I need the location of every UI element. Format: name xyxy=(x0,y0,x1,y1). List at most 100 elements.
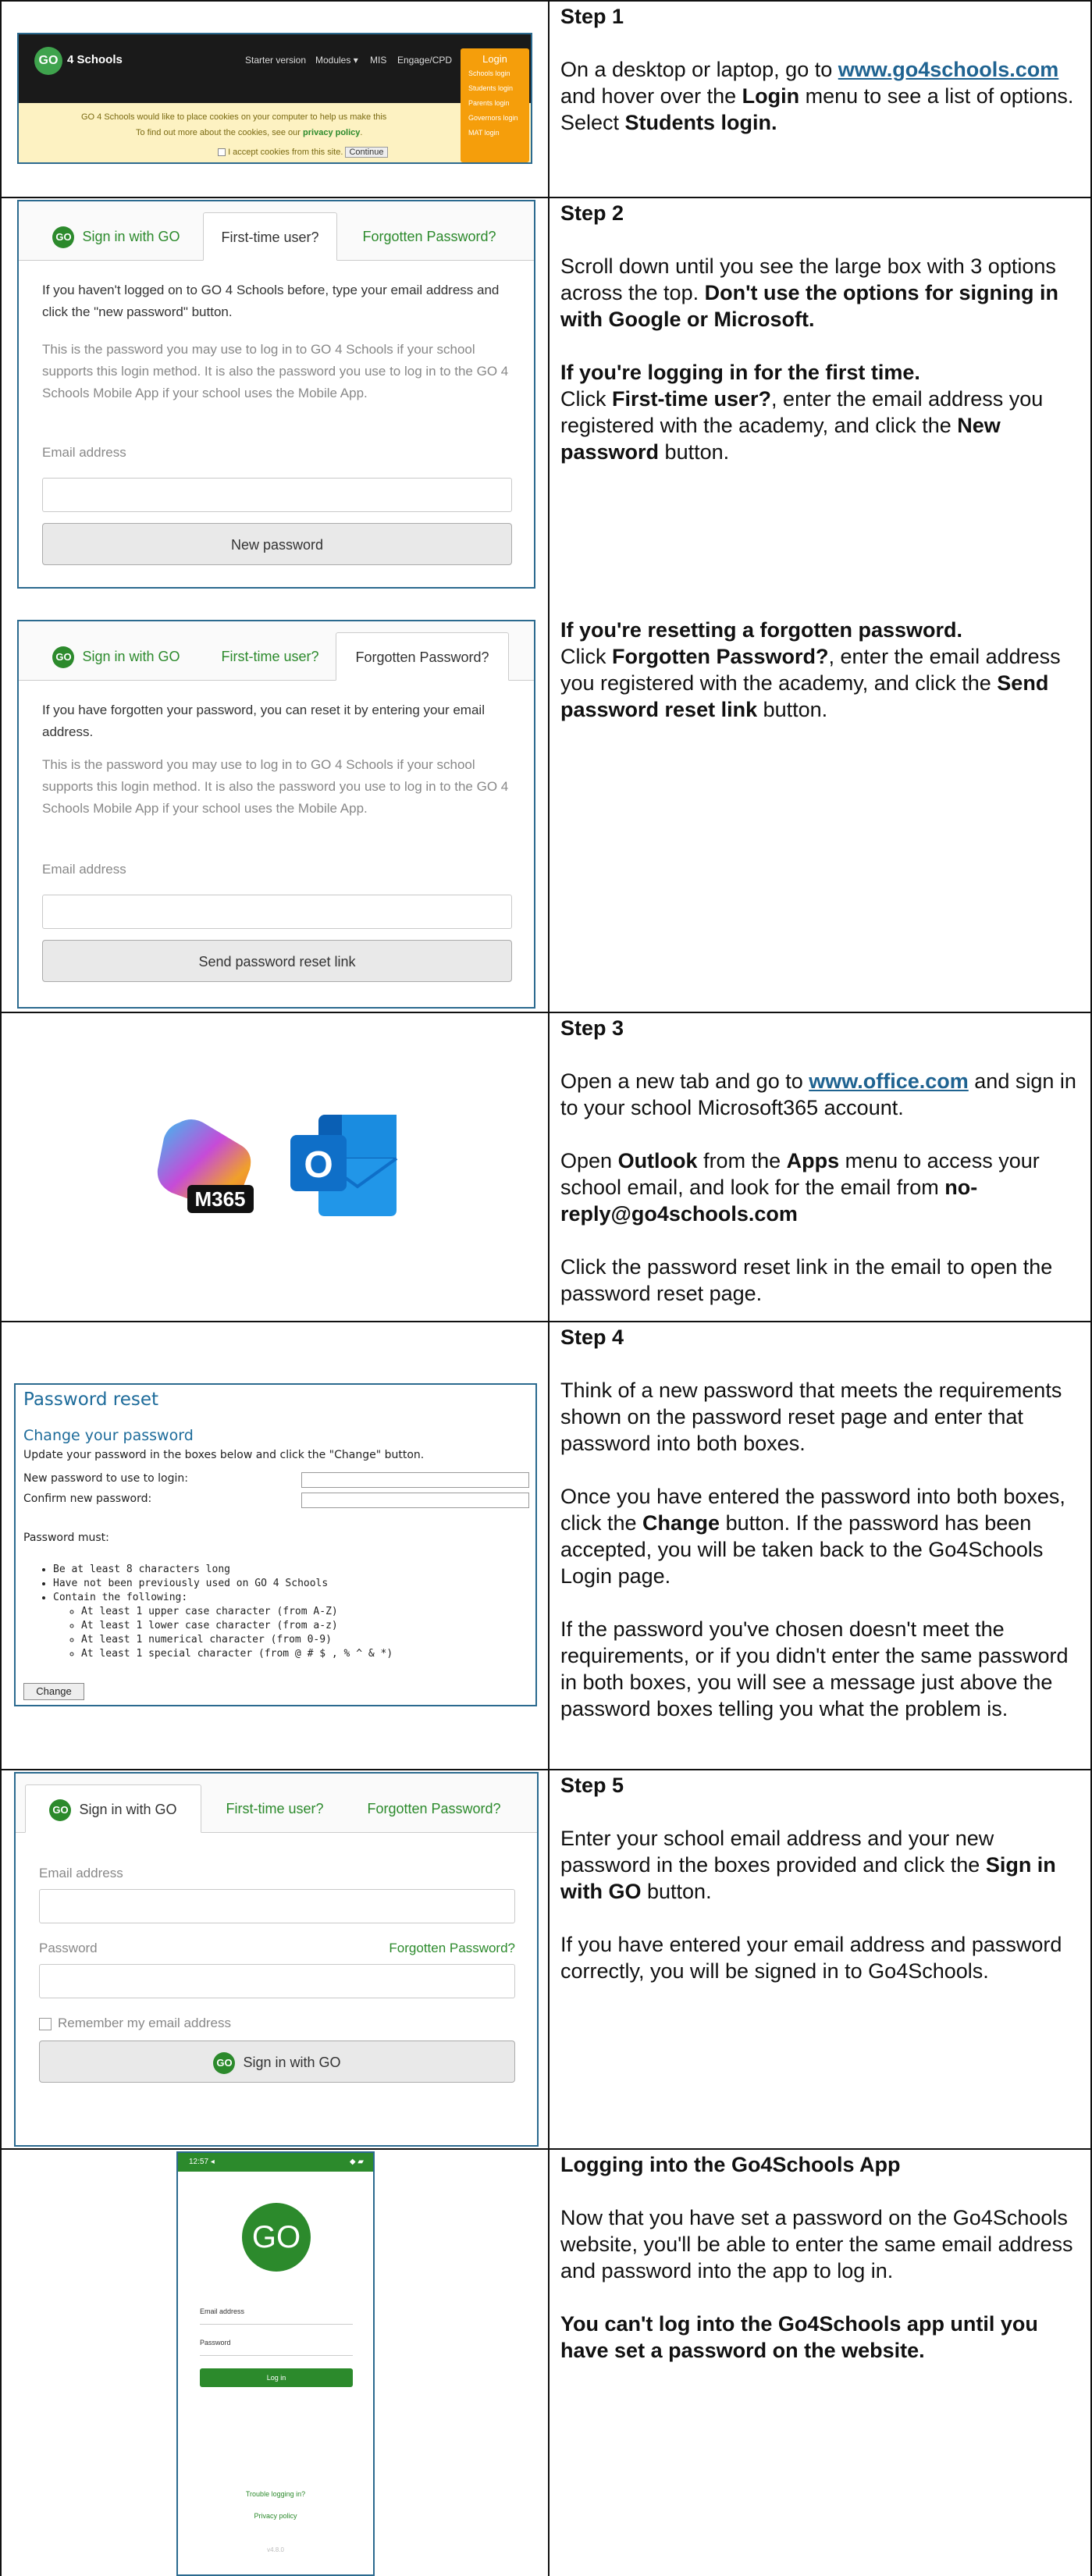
office-link[interactable]: www.office.com xyxy=(809,1069,969,1093)
cookie-continue-button[interactable]: Continue xyxy=(345,147,388,158)
step3-p3: Click the password reset link in the ema… xyxy=(560,1255,1053,1305)
tab-sign-in-with-go[interactable]: GO Sign in with GO xyxy=(34,632,198,681)
new-password-input[interactable] xyxy=(301,1472,529,1488)
first-time-intro: If you haven't logged on to GO 4 Schools… xyxy=(42,283,500,319)
row-step-4: Password reset Change your password Upda… xyxy=(0,1321,1092,1769)
login-menu-schools[interactable]: Schools login xyxy=(468,69,529,77)
app-password-field[interactable] xyxy=(200,2350,353,2356)
step2-instructions: Step 2 Scroll down until you see the lar… xyxy=(560,200,1083,721)
app-trouble-link[interactable]: Trouble logging in? xyxy=(178,2490,373,2498)
step1-heading: Step 1 xyxy=(560,5,624,28)
login-tabs: GO Sign in with GO First-time user? Forgo… xyxy=(16,1774,537,1833)
privacy-policy-link[interactable]: privacy policy xyxy=(303,128,360,137)
app-login-screenshot: 12:57 ◂ ◆ ▰ GO Email address Password Lo… xyxy=(176,2151,375,2576)
login-menu-mat[interactable]: MAT login xyxy=(468,129,529,137)
tab-forgotten-password[interactable]: Forgotten Password? xyxy=(347,1784,521,1833)
tab-forgotten-password[interactable]: Forgotten Password? xyxy=(336,632,509,681)
login-tabs: GO Sign in with GO First-time user? Forgo… xyxy=(19,621,534,681)
go4schools-homepage-screenshot: GO 4 Schools Starter version Modules ▾ M… xyxy=(17,33,532,164)
login-menu-governors[interactable]: Governors login xyxy=(468,114,529,122)
nav-engage-cpd[interactable]: Engage/CPD xyxy=(397,55,452,66)
app-privacy-link[interactable]: Privacy policy xyxy=(178,2512,373,2520)
login-dropdown[interactable]: Login Schools login Students login Paren… xyxy=(461,48,529,162)
forgotten-password-link[interactable]: Forgotten Password? xyxy=(39,1937,515,1959)
app-email-label: Email address xyxy=(200,2307,245,2315)
tab-first-time-user[interactable]: First-time user? xyxy=(203,632,337,681)
tab-forgotten-password[interactable]: Forgotten Password? xyxy=(342,212,517,261)
login-tabs: GO Sign in with GO First-time user? Forgo… xyxy=(19,201,534,261)
remember-checkbox[interactable] xyxy=(39,2017,52,2030)
cookie-text-line-1: GO 4 Schools would like to place cookies… xyxy=(81,112,387,122)
outlook-icon: O xyxy=(287,1112,404,1219)
login-menu-label[interactable]: Login xyxy=(461,53,529,65)
first-time-user-screenshot: GO Sign in with GO First-time user? Forgo… xyxy=(17,200,535,589)
go-icon: GO xyxy=(52,646,75,669)
email-field[interactable] xyxy=(39,1889,515,1923)
step3-instructions: Step 3 Open a new tab and go to www.offi… xyxy=(560,1015,1083,1333)
nav-modules[interactable]: Modules ▾ xyxy=(315,55,358,66)
tab-first-time-user[interactable]: First-time user? xyxy=(203,212,337,261)
email-label: Email address xyxy=(42,862,126,877)
cookie-accept[interactable]: I accept cookies from this site. Continu… xyxy=(218,147,388,158)
subrule-special: At least 1 special character (from @ # $… xyxy=(81,1647,393,1661)
email-field[interactable] xyxy=(42,895,512,929)
row-step-5: GO Sign in with GO First-time user? Forgo… xyxy=(0,1769,1092,2148)
forgotten-password-screenshot: GO Sign in with GO First-time user? Forgo… xyxy=(17,620,535,1009)
go4schools-link[interactable]: www.go4schools.com xyxy=(838,58,1059,81)
step4-heading: Step 4 xyxy=(560,1325,624,1349)
nav-mis[interactable]: MIS xyxy=(370,55,386,66)
login-menu-parents[interactable]: Parents login xyxy=(468,99,529,107)
step3-p2: Open Outlook from the Apps menu to acces… xyxy=(560,1149,1040,1226)
step5-p1: Enter your school email address and your… xyxy=(560,1827,1056,1903)
step2-intro: Scroll down until you see the large box … xyxy=(560,254,1058,331)
step5-heading: Step 5 xyxy=(560,1774,624,1797)
site-logo-text: 4 Schools xyxy=(67,53,123,66)
rule-contain: Contain the following: At least 1 upper … xyxy=(53,1591,393,1661)
m365-label: M365 xyxy=(194,1187,245,1211)
tab-first-time-user[interactable]: First-time user? xyxy=(208,1784,342,1833)
password-field[interactable] xyxy=(39,1964,515,1998)
new-password-button[interactable]: New password xyxy=(42,523,512,565)
subrule-lower: At least 1 lower case character (from a-… xyxy=(81,1619,393,1633)
tab-sign-in-with-go[interactable]: GO Sign in with GO xyxy=(25,1784,201,1833)
app-email-field[interactable] xyxy=(200,2318,353,2325)
app-log-in-button[interactable]: Log in xyxy=(200,2368,353,2387)
step4-p2: Once you have entered the password into … xyxy=(560,1485,1065,1588)
app-password-label: Password xyxy=(200,2339,231,2347)
change-password-subtitle: Change your password xyxy=(23,1427,194,1444)
send-reset-link-button[interactable]: Send password reset link xyxy=(42,940,512,982)
phone-status-icons: ◆ ▰ xyxy=(349,2158,364,2166)
remember-email[interactable]: Remember my email address xyxy=(39,2012,515,2034)
step4-screenshot-cell: Password reset Change your password Upda… xyxy=(2,1322,548,1767)
change-button[interactable]: Change xyxy=(23,1683,84,1700)
password-rules: Be at least 8 characters long Have not b… xyxy=(53,1563,393,1661)
app-instructions: Logging into the Go4Schools App Now that… xyxy=(560,2151,1083,2390)
login-menu-students[interactable]: Students login xyxy=(468,84,529,92)
step4-instructions: Step 4 Think of a new password that meet… xyxy=(560,1324,1083,1749)
app-go-logo: GO xyxy=(242,2203,311,2272)
email-field[interactable] xyxy=(42,478,512,512)
password-reset-instruction: Update your password in the boxes below … xyxy=(23,1449,425,1461)
step2-screenshot-cell: GO Sign in with GO First-time user? Forgo… xyxy=(2,198,548,1010)
app-version: v4.8.0 xyxy=(267,2546,284,2553)
new-password-label: New password to use to login: xyxy=(23,1472,188,1485)
step2-reset: If you're resetting a forgotten password… xyxy=(560,618,1061,721)
step3-heading: Step 3 xyxy=(560,1016,624,1040)
email-label: Email address xyxy=(42,445,126,460)
sign-in-with-go-button[interactable]: GO Sign in with GO xyxy=(39,2041,515,2083)
site-header: GO 4 Schools Starter version Modules ▾ M… xyxy=(19,34,531,103)
sign-in-screenshot: GO Sign in with GO First-time user? Forgo… xyxy=(14,1772,539,2147)
cookie-checkbox[interactable] xyxy=(218,148,226,157)
nav-starter-version[interactable]: Starter version xyxy=(245,55,306,66)
step3-p1: Open a new tab and go to www.office.com … xyxy=(560,1069,1076,1119)
step1-screenshot-cell: GO 4 Schools Starter version Modules ▾ M… xyxy=(2,2,548,197)
microsoft365-icon: M365 xyxy=(148,1115,265,1216)
forgotten-intro: If you have forgotten your password, you… xyxy=(42,703,485,739)
step5-instructions: Step 5 Enter your school email address a… xyxy=(560,1772,1083,2011)
step1-text: On a desktop or laptop, go to www.go4sch… xyxy=(560,58,1074,134)
tab-sign-in-with-go[interactable]: GO Sign in with GO xyxy=(34,212,198,261)
step1-instructions: Step 1 On a desktop or laptop, go to www… xyxy=(560,3,1083,162)
confirm-password-input[interactable] xyxy=(301,1493,529,1508)
app-screenshot-cell: 12:57 ◂ ◆ ▰ GO Email address Password Lo… xyxy=(2,2150,548,2576)
phone-status-bar: 12:57 ◂ ◆ ▰ xyxy=(178,2153,373,2172)
